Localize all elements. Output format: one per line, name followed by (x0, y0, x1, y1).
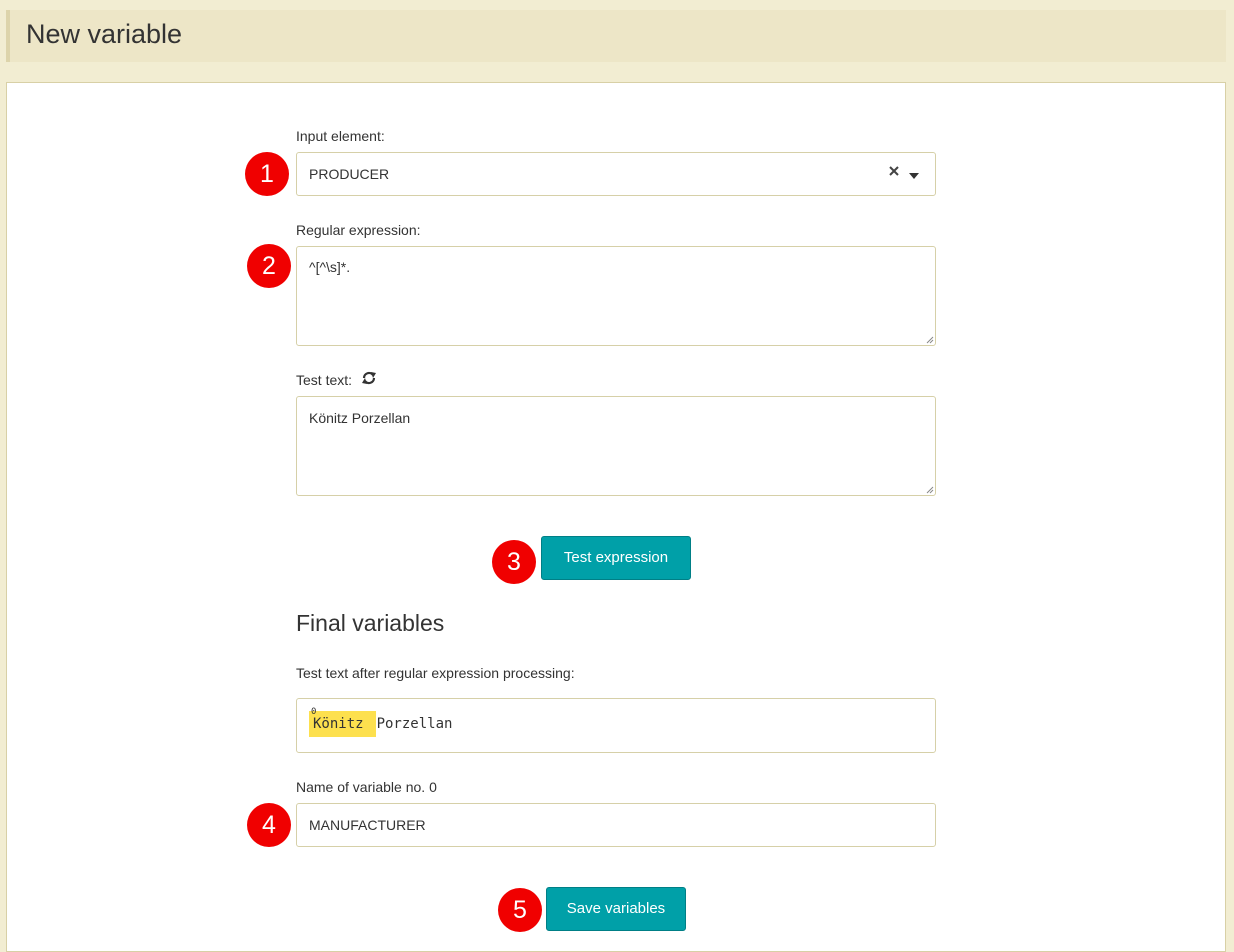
page-header: New variable (6, 10, 1226, 62)
match-group-marker: 0 (311, 707, 317, 717)
test-text-textarea[interactable]: Könitz Porzellan (296, 396, 936, 496)
variable-name-label: Name of variable no. 0 (296, 779, 437, 795)
resize-handle-icon[interactable] (926, 486, 934, 494)
chevron-down-icon[interactable] (908, 168, 920, 184)
match-highlight: 0 Könitz (309, 707, 376, 737)
clear-icon[interactable] (887, 164, 901, 181)
step-marker-1: 1 (245, 152, 289, 196)
save-variables-button[interactable]: Save variables (546, 887, 686, 931)
step-marker-2: 2 (247, 244, 291, 288)
variable-name-input[interactable]: MANUFACTURER (296, 803, 936, 847)
step-marker-3: 3 (492, 540, 536, 584)
regex-value: ^[^\s]*. (309, 259, 351, 275)
step-marker-4: 4 (247, 803, 291, 847)
processed-text-box: 0 Könitz Porzellan (296, 698, 936, 753)
variable-name-value: MANUFACTURER (309, 817, 426, 833)
test-text-value: Könitz Porzellan (309, 410, 411, 426)
remaining-text: Porzellan (376, 716, 453, 732)
step-marker-5: 5 (498, 888, 542, 932)
processed-text-label: Test text after regular expression proce… (296, 665, 575, 681)
refresh-icon[interactable] (360, 369, 378, 390)
input-element-select[interactable]: PRODUCER (296, 152, 936, 196)
final-variables-heading: Final variables (296, 610, 445, 636)
test-text-label-text: Test text: (296, 372, 353, 388)
regex-textarea[interactable]: ^[^\s]*. (296, 246, 936, 346)
test-expression-button[interactable]: Test expression (541, 536, 691, 580)
input-element-value: PRODUCER (309, 166, 390, 182)
page-title: New variable (26, 19, 183, 49)
match-text: Könitz (313, 716, 364, 732)
input-element-label: Input element: (296, 128, 385, 144)
resize-handle-icon[interactable] (926, 336, 934, 344)
regex-label: Regular expression: (296, 222, 421, 238)
processed-text: 0 Könitz Porzellan (309, 708, 453, 737)
test-text-label: Test text: (296, 372, 378, 390)
